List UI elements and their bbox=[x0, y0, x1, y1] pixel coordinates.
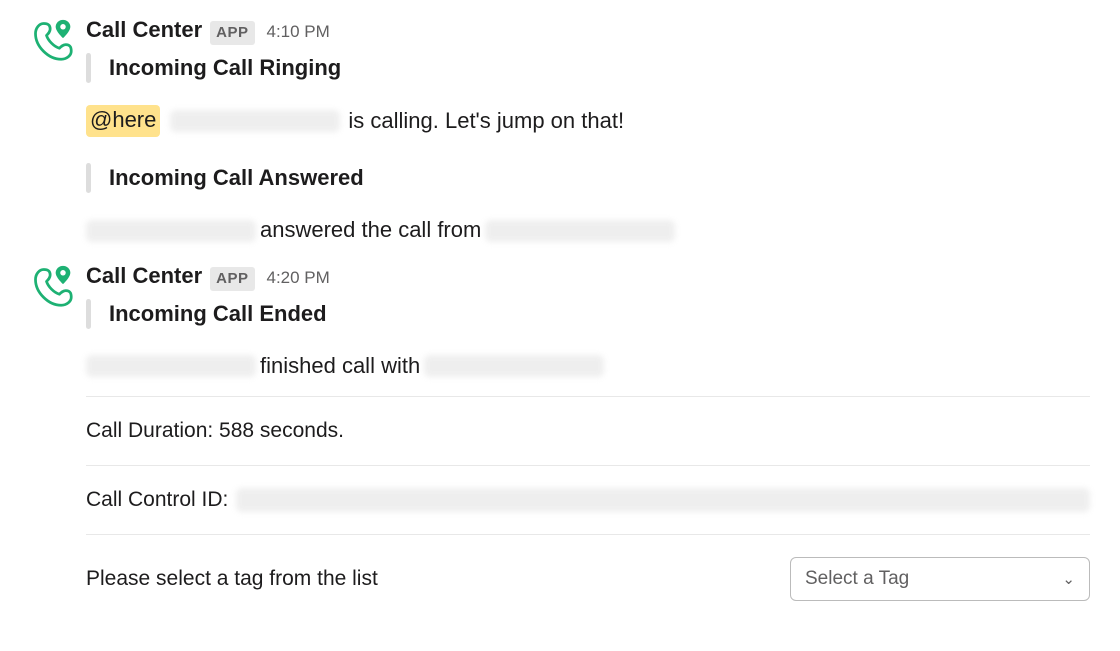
redacted-name bbox=[86, 220, 256, 242]
redacted-name bbox=[86, 355, 256, 377]
chevron-down-icon: ⌄ bbox=[1062, 570, 1075, 588]
tag-select-placeholder: Select a Tag bbox=[805, 568, 909, 590]
app-badge: APP bbox=[210, 21, 254, 45]
message: Call Center APP 4:20 PM Incoming Call En… bbox=[30, 256, 1090, 604]
attachment-title-row: Incoming Call Answered bbox=[86, 163, 1090, 193]
attachment-bar bbox=[86, 163, 91, 193]
tag-prompt: Please select a tag from the list bbox=[86, 567, 378, 591]
message-body-line: answered the call from bbox=[86, 215, 1090, 246]
body-text: finished call with bbox=[260, 351, 420, 382]
call-duration-text: Call Duration: 588 seconds. bbox=[86, 419, 344, 443]
redacted-ccid bbox=[236, 488, 1090, 512]
body-text: answered the call from bbox=[260, 215, 481, 246]
attachment-title-row: Incoming Call Ended bbox=[86, 299, 1090, 329]
call-control-id-row: Call Control ID: bbox=[86, 465, 1090, 534]
here-mention[interactable]: @here bbox=[86, 105, 160, 138]
message-body-line: @here is calling. Let's jump on that! bbox=[86, 105, 1090, 138]
attachment-bar bbox=[86, 53, 91, 83]
sender-name[interactable]: Call Center bbox=[86, 262, 202, 291]
message: Call Center APP 4:10 PM Incoming Call Ri… bbox=[30, 10, 1090, 246]
message-time[interactable]: 4:10 PM bbox=[267, 21, 330, 43]
phone-pin-icon bbox=[30, 18, 74, 62]
call-control-id-label: Call Control ID: bbox=[86, 488, 228, 512]
message-body-line: finished call with bbox=[86, 351, 1090, 382]
message-header: Call Center APP 4:10 PM bbox=[86, 16, 1090, 45]
attachment-title: Incoming Call Ended bbox=[109, 301, 327, 327]
attachment-details: Call Duration: 588 seconds. Call Control… bbox=[86, 396, 1090, 605]
tag-select[interactable]: Select a Tag ⌄ bbox=[790, 557, 1090, 601]
attachment-title: Incoming Call Answered bbox=[109, 165, 364, 191]
attachment-title-row: Incoming Call Ringing bbox=[86, 53, 1090, 83]
message-content: Call Center APP 4:10 PM Incoming Call Ri… bbox=[86, 16, 1090, 246]
phone-pin-icon bbox=[30, 264, 74, 308]
message-time[interactable]: 4:20 PM bbox=[267, 267, 330, 289]
redacted-number bbox=[485, 220, 675, 242]
body-text: is calling. Let's jump on that! bbox=[348, 106, 624, 137]
tag-select-row: Please select a tag from the list Select… bbox=[86, 534, 1090, 605]
message-header: Call Center APP 4:20 PM bbox=[86, 262, 1090, 291]
sender-name[interactable]: Call Center bbox=[86, 16, 202, 45]
call-duration-row: Call Duration: 588 seconds. bbox=[86, 396, 1090, 465]
app-avatar bbox=[30, 16, 86, 62]
redacted-number bbox=[424, 355, 604, 377]
attachment-title: Incoming Call Ringing bbox=[109, 55, 341, 81]
attachment-bar bbox=[86, 299, 91, 329]
message-content: Call Center APP 4:20 PM Incoming Call En… bbox=[86, 262, 1090, 604]
redacted-number bbox=[170, 110, 340, 132]
app-avatar bbox=[30, 262, 86, 308]
app-badge: APP bbox=[210, 267, 254, 291]
